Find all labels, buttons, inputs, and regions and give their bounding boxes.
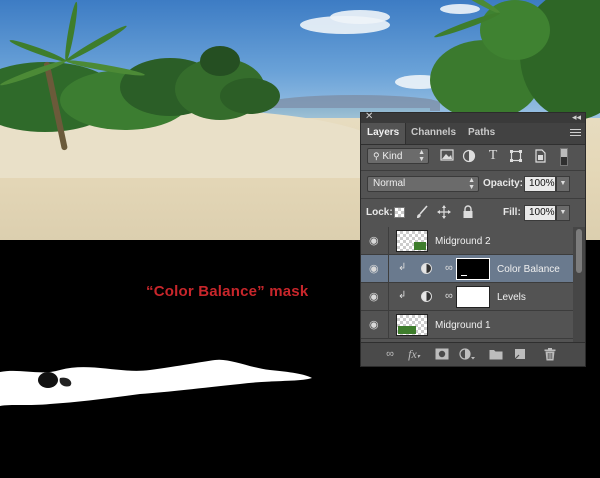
link-icon[interactable]: ∞ bbox=[445, 290, 453, 302]
layers-list: ◉ Midground 2 ◉ ↲ ∞ Color Balance ◉ ↲ ∞ bbox=[361, 227, 585, 343]
search-icon: ⚲ bbox=[373, 151, 380, 161]
link-icon[interactable]: ∞ bbox=[445, 262, 453, 274]
eye-icon[interactable]: ◉ bbox=[369, 319, 381, 331]
shape-filter-icon[interactable] bbox=[509, 149, 523, 163]
layer-name: Midground 1 bbox=[435, 320, 491, 331]
panel-bottom-bar: ∞ fx▾ bbox=[361, 342, 585, 366]
smart-object-filter-icon[interactable] bbox=[533, 149, 547, 163]
layer-row[interactable]: ◉ ↲ ∞ Color Balance bbox=[361, 255, 573, 283]
new-layer-icon[interactable] bbox=[513, 348, 527, 360]
opacity-label: Opacity: bbox=[483, 178, 524, 189]
layers-scrollbar[interactable] bbox=[573, 227, 585, 343]
image-filter-icon[interactable] bbox=[440, 149, 454, 163]
fx-icon[interactable]: fx▾ bbox=[407, 348, 421, 360]
layer-row[interactable]: ◉ Midground 2 bbox=[361, 227, 573, 255]
add-mask-icon[interactable] bbox=[435, 348, 449, 360]
clip-arrow-icon: ↲ bbox=[398, 290, 407, 301]
chevron-updown-icon: ▲ ▼ bbox=[468, 177, 475, 191]
lock-label: Lock: bbox=[366, 207, 393, 218]
filter-row: ⚲ Kind ▲ ▼ T bbox=[361, 146, 585, 168]
filter-kind-select[interactable]: ⚲ Kind ▲ ▼ bbox=[367, 148, 429, 164]
layers-panel: ✕ ◂◂ Layers Channels Paths ⚲ Kind ▲▼ T bbox=[360, 111, 586, 367]
chevron-down-icon[interactable]: ▼ bbox=[556, 176, 570, 192]
lock-transparent-icon[interactable] bbox=[394, 207, 405, 218]
tab-channels[interactable]: Channels bbox=[405, 123, 462, 144]
collapse-icon[interactable]: ◂◂ bbox=[572, 111, 581, 123]
filter-toggle-icon[interactable] bbox=[560, 148, 568, 166]
layer-name: Color Balance bbox=[497, 264, 560, 275]
panel-tabs: Layers Channels Paths bbox=[361, 123, 585, 145]
type-filter-icon[interactable]: T bbox=[486, 149, 500, 163]
layer-name: Midground 2 bbox=[435, 236, 491, 247]
tab-layers[interactable]: Layers bbox=[361, 123, 407, 144]
fill-field[interactable]: 100% bbox=[524, 205, 556, 221]
lock-move-icon[interactable] bbox=[437, 205, 451, 219]
layer-mask-thumbnail[interactable] bbox=[456, 286, 490, 308]
chevron-down-icon[interactable]: ▼ bbox=[556, 205, 570, 221]
close-icon[interactable]: ✕ bbox=[365, 111, 373, 123]
eye-icon[interactable]: ◉ bbox=[369, 263, 381, 275]
filter-kind-label: Kind bbox=[382, 151, 403, 162]
link-layers-icon[interactable]: ∞ bbox=[383, 348, 397, 360]
tab-paths[interactable]: Paths bbox=[462, 123, 501, 144]
adjustment-filter-icon[interactable] bbox=[462, 149, 476, 163]
adjustment-layer-icon bbox=[421, 263, 432, 274]
adjustment-layer-icon bbox=[421, 291, 432, 302]
layer-row[interactable]: ◉ Midground 1 bbox=[361, 311, 573, 339]
fill-label: Fill: bbox=[503, 207, 521, 218]
blend-mode-select[interactable]: Normal ▲ ▼ bbox=[367, 176, 479, 192]
mask-annotation: “Color Balance” mask bbox=[146, 283, 309, 300]
new-adjustment-icon[interactable] bbox=[459, 348, 475, 360]
color-balance-mask-shape bbox=[0, 359, 312, 406]
clip-arrow-icon: ↲ bbox=[398, 262, 407, 273]
new-group-icon[interactable] bbox=[489, 348, 503, 360]
lock-row: Lock: Fill: 100% ▼ bbox=[361, 202, 585, 224]
chevron-updown-icon: ▲ ▼ bbox=[418, 149, 425, 163]
panel-menu-icon[interactable] bbox=[570, 129, 581, 137]
layer-thumbnail bbox=[396, 230, 428, 252]
opacity-field[interactable]: 100% bbox=[524, 176, 556, 192]
layer-row[interactable]: ◉ ↲ ∞ Levels bbox=[361, 283, 573, 311]
blend-row: Normal ▲ ▼ Opacity: 100% ▼ bbox=[361, 174, 585, 196]
eye-icon[interactable]: ◉ bbox=[369, 291, 381, 303]
eye-icon[interactable]: ◉ bbox=[369, 235, 381, 247]
layer-thumbnail bbox=[396, 314, 428, 336]
panel-titlebar: ✕ ◂◂ bbox=[361, 111, 585, 123]
layer-name: Levels bbox=[497, 292, 526, 303]
layer-mask-thumbnail[interactable] bbox=[456, 258, 490, 280]
lock-all-icon[interactable] bbox=[461, 205, 475, 219]
blend-mode-value: Normal bbox=[373, 178, 406, 189]
delete-layer-icon[interactable] bbox=[543, 348, 557, 361]
lock-paint-icon[interactable] bbox=[415, 205, 429, 219]
